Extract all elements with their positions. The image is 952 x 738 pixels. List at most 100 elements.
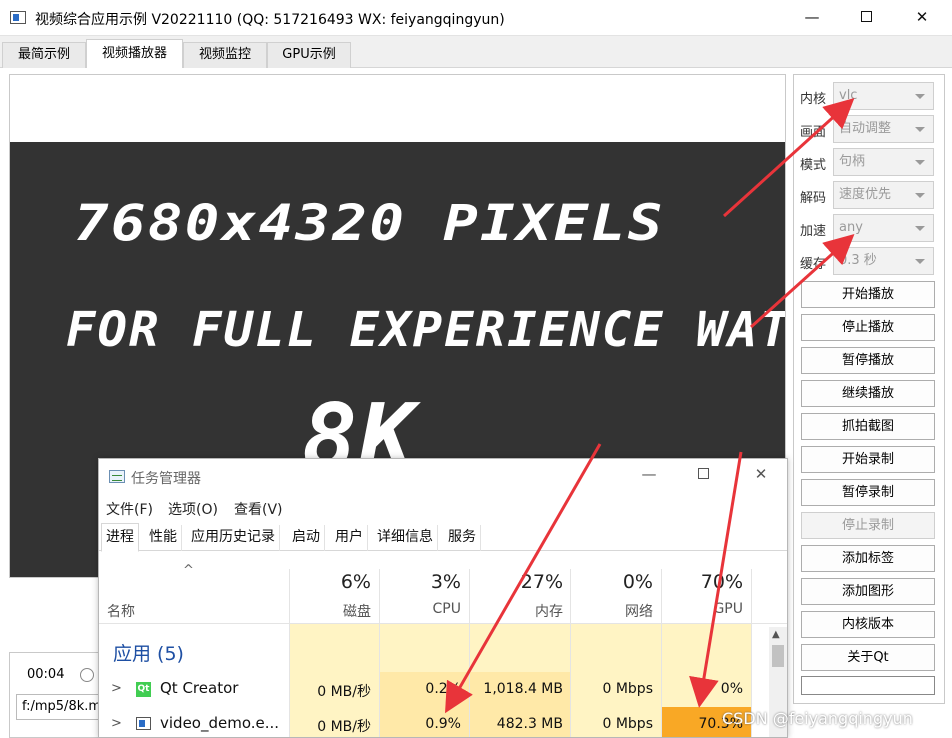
menu-options[interactable]: 选项(O) (168, 499, 218, 519)
chevron-down-icon (915, 259, 925, 264)
add-graph-button[interactable]: 添加图形 (801, 578, 935, 605)
task-manager-tabs: 进程 性能 应用历史记录 启动 用户 详细信息 服务 (99, 523, 787, 552)
menu-view[interactable]: 查看(V) (234, 499, 283, 519)
tm-tab-processes[interactable]: 进程 (101, 523, 139, 552)
memory-total: 27% (520, 571, 563, 593)
pause-play-button[interactable]: 暂停播放 (801, 347, 935, 374)
scale-select[interactable]: 自动调整 (833, 115, 934, 143)
chevron-down-icon (915, 226, 925, 231)
tm-maximize-button[interactable] (683, 465, 723, 483)
tab-video-monitor[interactable]: 视频监控 (183, 42, 267, 68)
header-divider (99, 623, 787, 624)
tm-tab-app-history[interactable]: 应用历史记录 (187, 525, 280, 551)
start-play-button[interactable]: 开始播放 (801, 281, 935, 308)
process-memory: 1,018.4 MB (483, 681, 563, 697)
memory-column-header[interactable]: 内存 (470, 601, 563, 621)
cache-label: 缓存 (800, 257, 827, 272)
kernel-select[interactable]: vlc (833, 82, 934, 110)
tm-close-button[interactable]: ✕ (741, 465, 781, 483)
chevron-down-icon (915, 127, 925, 132)
process-name[interactable]: Qt Creator (160, 679, 238, 697)
scroll-up-icon[interactable]: ▲ (772, 629, 780, 640)
apps-group-header[interactable]: 应用 (5) (113, 639, 184, 666)
cache-value: 0.3 秒 (839, 253, 877, 268)
disk-total: 6% (340, 571, 371, 593)
kernel-value: vlc (839, 88, 858, 103)
cpu-column-header[interactable]: CPU (380, 601, 461, 617)
tm-tab-users[interactable]: 用户 (331, 525, 368, 551)
stop-record-button[interactable]: 停止录制 (801, 512, 935, 539)
tab-gpu[interactable]: GPU示例 (267, 42, 351, 68)
tm-tab-details[interactable]: 详细信息 (373, 525, 438, 551)
main-tabs: 最简示例 视频播放器 视频监控 GPU示例 (0, 38, 952, 69)
tm-tab-startup[interactable]: 启动 (288, 525, 325, 551)
process-disk: 0 MB/秒 (317, 684, 371, 700)
kernel-label: 内核 (800, 92, 827, 107)
column-divider (289, 569, 290, 737)
tm-tab-services[interactable]: 服务 (444, 525, 481, 551)
snapshot-button[interactable]: 抓拍截图 (801, 413, 935, 440)
decode-select[interactable]: 速度优先 (833, 181, 934, 209)
maximize-icon (860, 10, 872, 22)
tm-minimize-button[interactable]: — (629, 465, 669, 483)
accel-select[interactable]: any (833, 214, 934, 242)
progress-slider-handle[interactable] (80, 668, 94, 682)
stop-play-button[interactable]: 停止播放 (801, 314, 935, 341)
add-label-button[interactable]: 添加标签 (801, 545, 935, 572)
minimize-button[interactable]: — (784, 0, 840, 36)
gpu-column-header[interactable]: GPU (662, 601, 743, 617)
info-input[interactable] (801, 676, 935, 695)
expand-chevron-icon[interactable]: > (111, 681, 122, 696)
sort-up-icon[interactable]: ^ (183, 563, 194, 578)
network-column-header[interactable]: 网络 (571, 601, 653, 621)
process-gpu: 0% (720, 681, 743, 697)
scale-value: 自动调整 (839, 121, 892, 136)
pause-record-button[interactable]: 暂停录制 (801, 479, 935, 506)
scrollbar-thumb[interactable] (772, 645, 784, 667)
accel-label: 加速 (800, 224, 827, 239)
resume-play-button[interactable]: 继续播放 (801, 380, 935, 407)
menu-file[interactable]: 文件(F) (106, 499, 153, 519)
column-divider (661, 569, 662, 737)
mode-select[interactable]: 句柄 (833, 148, 934, 176)
expand-chevron-icon[interactable]: > (111, 716, 122, 731)
process-name[interactable]: video_demo.e... (160, 714, 279, 732)
name-column-header[interactable]: 名称 (107, 601, 135, 621)
chevron-down-icon (915, 160, 925, 165)
disk-column-header[interactable]: 磁盘 (289, 601, 371, 621)
tab-video-player[interactable]: 视频播放器 (86, 39, 183, 69)
cache-select[interactable]: 0.3 秒 (833, 247, 934, 275)
tab-simple[interactable]: 最简示例 (2, 42, 86, 68)
column-divider (469, 569, 470, 737)
chevron-down-icon (915, 94, 925, 99)
start-record-button[interactable]: 开始录制 (801, 446, 935, 473)
column-divider (379, 569, 380, 737)
current-time: 00:04 (27, 667, 65, 682)
about-qt-button[interactable]: 关于Qt (801, 644, 935, 671)
media-path-input[interactable]: f:/mp5/8k.m (16, 694, 106, 720)
mode-value: 句柄 (839, 154, 866, 169)
scale-label: 画面 (800, 125, 827, 140)
maximize-icon (697, 467, 709, 479)
decode-label: 解码 (800, 191, 827, 206)
watermark: CSDN @feiyangqingyun (722, 709, 913, 728)
accel-value: any (839, 220, 863, 235)
task-manager-icon (109, 470, 125, 483)
app-icon (10, 11, 26, 24)
network-total: 0% (622, 571, 653, 593)
decode-value: 速度优先 (839, 187, 892, 202)
video-text-pixels: 7680x4320 PIXELS (74, 194, 665, 252)
task-manager-title: 任务管理器 (131, 471, 201, 487)
column-divider (570, 569, 571, 737)
gpu-total: 70% (700, 571, 743, 593)
tm-tab-performance[interactable]: 性能 (145, 525, 182, 551)
video-text-experience: FOR FULL EXPERIENCE WATCH IN (66, 302, 785, 358)
maximize-button[interactable] (838, 0, 894, 36)
title-bar: 视频综合应用示例 V20221110 (QQ: 517216493 WX: fe… (0, 0, 952, 36)
process-disk: 0 MB/秒 (317, 719, 371, 735)
window-title: 视频综合应用示例 V20221110 (QQ: 517216493 WX: fe… (35, 12, 505, 28)
process-network: 0 Mbps (602, 716, 653, 732)
close-button[interactable]: ✕ (894, 0, 950, 36)
chevron-down-icon (915, 193, 925, 198)
kernel-version-button[interactable]: 内核版本 (801, 611, 935, 638)
